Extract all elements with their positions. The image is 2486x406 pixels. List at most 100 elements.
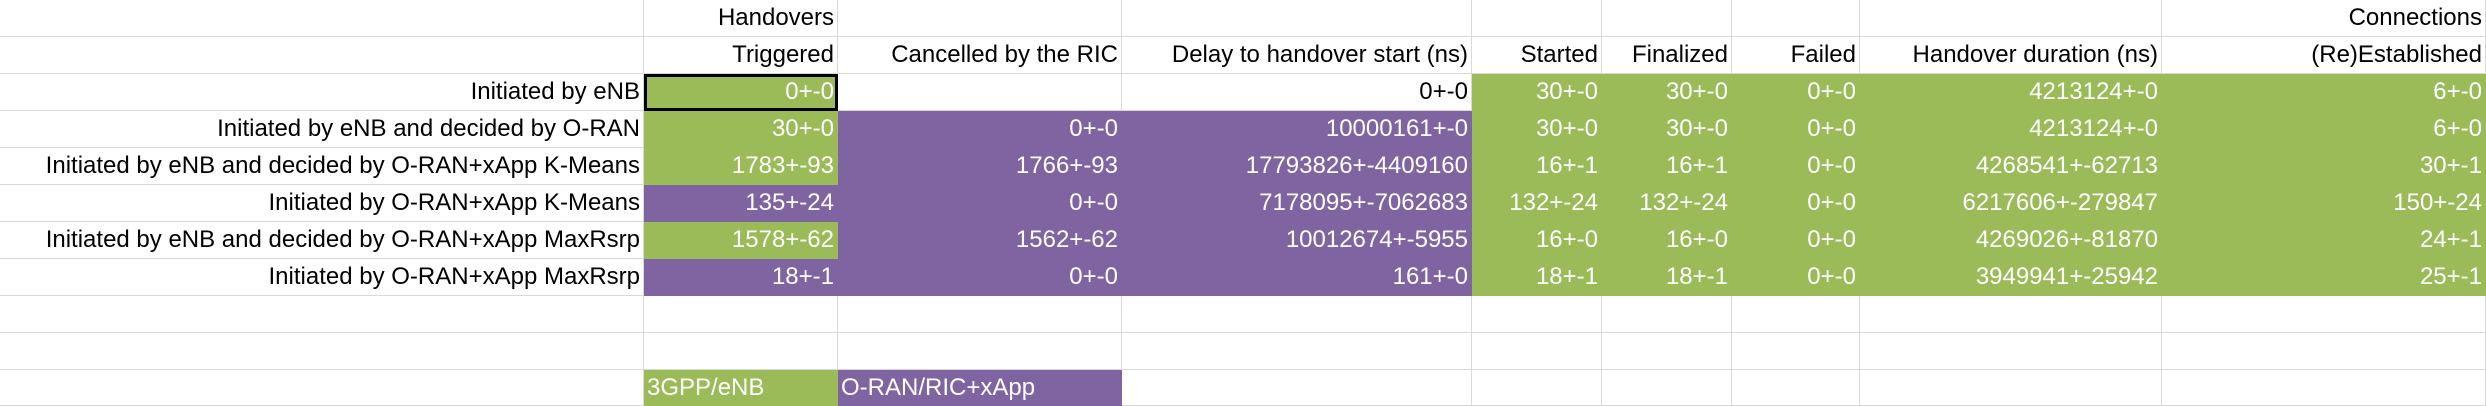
cancelled-cell[interactable]: 1562+-62 — [838, 222, 1122, 259]
connections-cell[interactable]: 24+-1 — [2162, 222, 2486, 259]
empty-cell[interactable] — [2162, 333, 2486, 370]
empty-cell[interactable] — [1860, 370, 2162, 406]
delay-cell[interactable]: 7178095+-7062683 — [1122, 185, 1472, 222]
empty-cell[interactable] — [1122, 296, 1472, 333]
header-duration-cell[interactable]: Handover duration (ns) — [1860, 37, 2162, 74]
row-label-cell[interactable]: Initiated by O-RAN+xApp K-Means — [0, 185, 644, 222]
connections-cell[interactable]: 25+-1 — [2162, 259, 2486, 296]
header-reestablished-cell[interactable]: (Re)Established — [2162, 37, 2486, 74]
empty-cell[interactable] — [1472, 296, 1602, 333]
failed-cell[interactable]: 0+-0 — [1732, 148, 1860, 185]
finalized-cell[interactable]: 16+-1 — [1602, 148, 1732, 185]
failed-cell[interactable]: 0+-0 — [1732, 185, 1860, 222]
empty-cell[interactable] — [1122, 370, 1472, 406]
triggered-cell[interactable]: 0+-0 — [644, 74, 838, 111]
header-finalized-cell[interactable]: Finalized — [1602, 37, 1732, 74]
header-started-cell[interactable]: Started — [1472, 37, 1602, 74]
finalized-cell[interactable]: 18+-1 — [1602, 259, 1732, 296]
duration-cell[interactable]: 6217606+-279847 — [1860, 185, 2162, 222]
delay-cell[interactable]: 17793826+-4409160 — [1122, 148, 1472, 185]
empty-cell[interactable] — [644, 333, 838, 370]
duration-cell[interactable]: 4268541+-62713 — [1860, 148, 2162, 185]
started-cell[interactable]: 132+-24 — [1472, 185, 1602, 222]
cancelled-cell[interactable] — [838, 74, 1122, 111]
delay-cell[interactable]: 161+-0 — [1122, 259, 1472, 296]
finalized-cell[interactable]: 30+-0 — [1602, 111, 1732, 148]
header-row2-label-cell[interactable] — [0, 37, 644, 74]
header-triggered-cell[interactable]: Triggered — [644, 37, 838, 74]
connections-cell[interactable]: 30+-1 — [2162, 148, 2486, 185]
finalized-cell[interactable]: 16+-0 — [1602, 222, 1732, 259]
empty-cell[interactable] — [838, 333, 1122, 370]
finalized-cell[interactable]: 132+-24 — [1602, 185, 1732, 222]
header-row1-empty-cell[interactable] — [1732, 0, 1860, 37]
empty-cell[interactable] — [1602, 333, 1732, 370]
started-cell[interactable]: 30+-0 — [1472, 74, 1602, 111]
empty-cell[interactable] — [1732, 370, 1860, 406]
spreadsheet-grid[interactable]: Handovers Connections Triggered Cancelle… — [0, 0, 2486, 406]
delay-cell[interactable]: 10000161+-0 — [1122, 111, 1472, 148]
header-row1-empty-cell[interactable] — [1860, 0, 2162, 37]
header-row1-empty-cell[interactable] — [1122, 0, 1472, 37]
empty-cell[interactable] — [0, 296, 644, 333]
legend-oran-ric-xapp[interactable]: O-RAN/RIC+xApp — [838, 370, 1122, 406]
header-row1-label-cell[interactable] — [0, 0, 644, 37]
header-row1-empty-cell[interactable] — [1602, 0, 1732, 37]
empty-cell[interactable] — [0, 370, 644, 406]
empty-cell[interactable] — [0, 333, 644, 370]
triggered-cell[interactable]: 18+-1 — [644, 259, 838, 296]
connections-cell[interactable]: 6+-0 — [2162, 74, 2486, 111]
cancelled-cell[interactable]: 0+-0 — [838, 185, 1122, 222]
empty-cell[interactable] — [1602, 370, 1732, 406]
connections-cell[interactable]: 150+-24 — [2162, 185, 2486, 222]
empty-cell[interactable] — [1602, 296, 1732, 333]
row-label-cell[interactable]: Initiated by eNB and decided by O-RAN — [0, 111, 644, 148]
empty-cell[interactable] — [1860, 296, 2162, 333]
header-connections-cell[interactable]: Connections — [2162, 0, 2486, 37]
empty-cell[interactable] — [838, 296, 1122, 333]
started-cell[interactable]: 16+-0 — [1472, 222, 1602, 259]
empty-cell[interactable] — [1122, 333, 1472, 370]
failed-cell[interactable]: 0+-0 — [1732, 259, 1860, 296]
empty-cell[interactable] — [644, 296, 838, 333]
empty-cell[interactable] — [1732, 296, 1860, 333]
duration-cell[interactable]: 3949941+-25942 — [1860, 259, 2162, 296]
empty-cell[interactable] — [1472, 370, 1602, 406]
header-cancelled-cell[interactable]: Cancelled by the RIC — [838, 37, 1122, 74]
row-label-cell[interactable]: Initiated by eNB and decided by O-RAN+xA… — [0, 148, 644, 185]
failed-cell[interactable]: 0+-0 — [1732, 222, 1860, 259]
empty-cell[interactable] — [1732, 333, 1860, 370]
finalized-cell[interactable]: 30+-0 — [1602, 74, 1732, 111]
empty-cell[interactable] — [2162, 370, 2486, 406]
delay-cell[interactable]: 0+-0 — [1122, 74, 1472, 111]
cancelled-cell[interactable]: 0+-0 — [838, 259, 1122, 296]
empty-cell[interactable] — [1860, 333, 2162, 370]
cancelled-cell[interactable]: 1766+-93 — [838, 148, 1122, 185]
triggered-cell[interactable]: 30+-0 — [644, 111, 838, 148]
connections-cell[interactable]: 6+-0 — [2162, 111, 2486, 148]
empty-cell[interactable] — [1472, 333, 1602, 370]
triggered-cell[interactable]: 1783+-93 — [644, 148, 838, 185]
header-row1-empty-cell[interactable] — [838, 0, 1122, 37]
cancelled-cell[interactable]: 0+-0 — [838, 111, 1122, 148]
row-label-cell[interactable]: Initiated by eNB — [0, 74, 644, 111]
header-failed-cell[interactable]: Failed — [1732, 37, 1860, 74]
failed-cell[interactable]: 0+-0 — [1732, 74, 1860, 111]
triggered-cell[interactable]: 1578+-62 — [644, 222, 838, 259]
empty-cell[interactable] — [2162, 296, 2486, 333]
row-label-cell[interactable]: Initiated by eNB and decided by O-RAN+xA… — [0, 222, 644, 259]
header-row1-empty-cell[interactable] — [1472, 0, 1602, 37]
started-cell[interactable]: 30+-0 — [1472, 111, 1602, 148]
row-label-cell[interactable]: Initiated by O-RAN+xApp MaxRsrp — [0, 259, 644, 296]
delay-cell[interactable]: 10012674+-5955 — [1122, 222, 1472, 259]
duration-cell[interactable]: 4213124+-0 — [1860, 111, 2162, 148]
started-cell[interactable]: 18+-1 — [1472, 259, 1602, 296]
duration-cell[interactable]: 4213124+-0 — [1860, 74, 2162, 111]
duration-cell[interactable]: 4269026+-81870 — [1860, 222, 2162, 259]
started-cell[interactable]: 16+-1 — [1472, 148, 1602, 185]
header-delay-cell[interactable]: Delay to handover start (ns) — [1122, 37, 1472, 74]
failed-cell[interactable]: 0+-0 — [1732, 111, 1860, 148]
header-handovers-cell[interactable]: Handovers — [644, 0, 838, 37]
legend-3gpp-enb[interactable]: 3GPP/eNB — [644, 370, 838, 406]
triggered-cell[interactable]: 135+-24 — [644, 185, 838, 222]
